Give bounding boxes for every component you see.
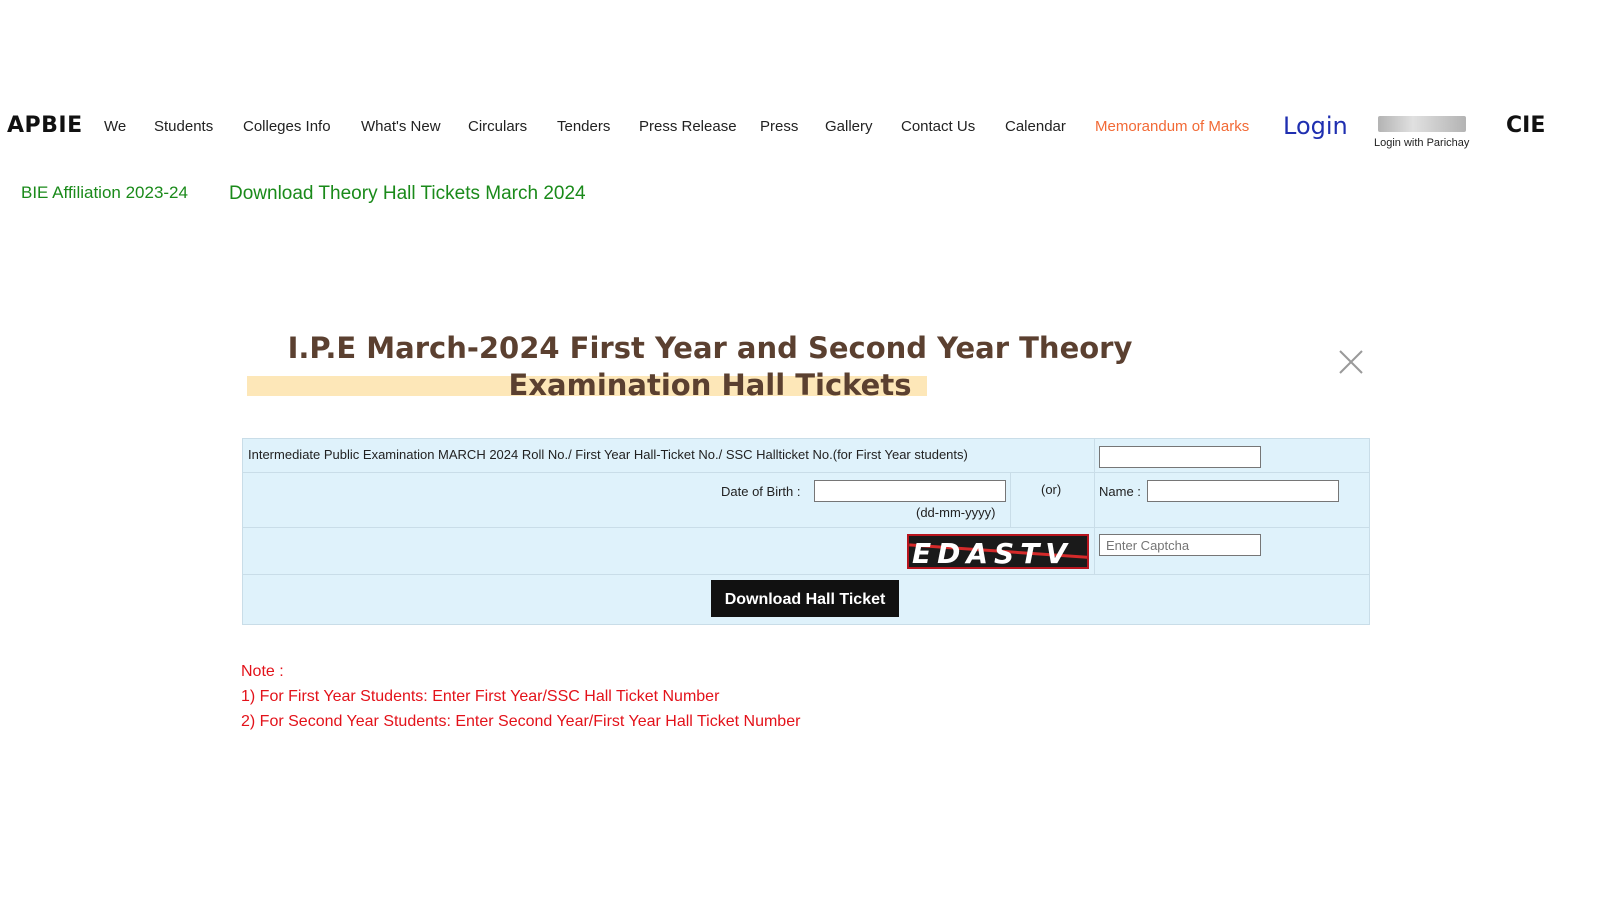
form-row-submit: Download Hall Ticket: [243, 575, 1369, 623]
dob-input[interactable]: [814, 480, 1006, 502]
column-divider: [1094, 528, 1095, 574]
column-divider: [1094, 473, 1095, 527]
note-title: Note :: [241, 663, 284, 680]
note-line-1: 1) For First Year Students: Enter First …: [241, 688, 720, 705]
dob-label: Date of Birth :: [721, 484, 801, 499]
column-divider: [1094, 439, 1095, 472]
form-row-dob-name: Date of Birth : (dd-mm-yyyy) (or) Name :: [243, 473, 1369, 528]
login-link[interactable]: Login: [1283, 112, 1348, 140]
roll-number-input[interactable]: [1099, 446, 1261, 468]
nav-item-tenders[interactable]: Tenders: [557, 118, 610, 135]
close-button[interactable]: [1338, 349, 1364, 375]
parichay-logo-icon: [1378, 116, 1466, 132]
roll-number-label: Intermediate Public Examination MARCH 20…: [248, 447, 968, 462]
download-hall-tickets-link[interactable]: Download Theory Hall Tickets March 2024: [229, 183, 586, 205]
captcha-image: EDASTV: [907, 534, 1089, 569]
nav-item-press-release[interactable]: Press Release: [639, 118, 737, 135]
note-line-2: 2) For Second Year Students: Enter Secon…: [241, 713, 801, 730]
page-title: I.P.E March-2024 First Year and Second Y…: [240, 330, 1180, 404]
parichay-login-button[interactable]: Login with Parichay: [1374, 116, 1470, 152]
page-title-line-1: I.P.E March-2024 First Year and Second Y…: [287, 331, 1133, 365]
form-row-captcha: EDASTV: [243, 528, 1369, 575]
name-label: Name :: [1099, 484, 1141, 499]
page-title-line-2: Examination Hall Tickets: [508, 368, 912, 402]
download-hall-ticket-button[interactable]: Download Hall Ticket: [711, 580, 899, 617]
nav-item-gallery[interactable]: Gallery: [825, 118, 873, 135]
or-separator: (or): [1041, 482, 1062, 497]
nav-item-students[interactable]: Students: [154, 118, 213, 135]
nav-item-press[interactable]: Press: [760, 118, 798, 135]
nav-item-whats-new[interactable]: What's New: [361, 118, 441, 135]
nav-item-memorandum-of-marks[interactable]: Memorandum of Marks: [1095, 118, 1249, 135]
parichay-caption: Login with Parichay: [1374, 137, 1470, 149]
nav-item-calendar[interactable]: Calendar: [1005, 118, 1066, 135]
close-icon: [1339, 350, 1363, 374]
nav-item-cie[interactable]: CIE: [1506, 113, 1545, 138]
page-heading: I.P.E March-2024 First Year and Second Y…: [240, 330, 1360, 410]
top-nav: APBIE We Students Colleges Info What's N…: [0, 108, 1600, 149]
nav-item-colleges-info[interactable]: Colleges Info: [243, 118, 331, 135]
nav-item-circulars[interactable]: Circulars: [468, 118, 527, 135]
nav-item-contact-us[interactable]: Contact Us: [901, 118, 975, 135]
bie-affiliation-link[interactable]: BIE Affiliation 2023-24: [21, 183, 188, 203]
name-input[interactable]: [1147, 480, 1339, 502]
column-divider: [1010, 473, 1011, 527]
captcha-text: EDASTV: [912, 537, 1073, 569]
captcha-input[interactable]: [1099, 534, 1261, 556]
hall-ticket-form: Intermediate Public Examination MARCH 20…: [242, 438, 1370, 625]
form-row-roll-number: Intermediate Public Examination MARCH 20…: [243, 439, 1369, 473]
dob-format-hint: (dd-mm-yyyy): [916, 505, 996, 520]
brand-logo[interactable]: APBIE: [7, 113, 83, 138]
nav-item-we[interactable]: We: [104, 118, 126, 135]
